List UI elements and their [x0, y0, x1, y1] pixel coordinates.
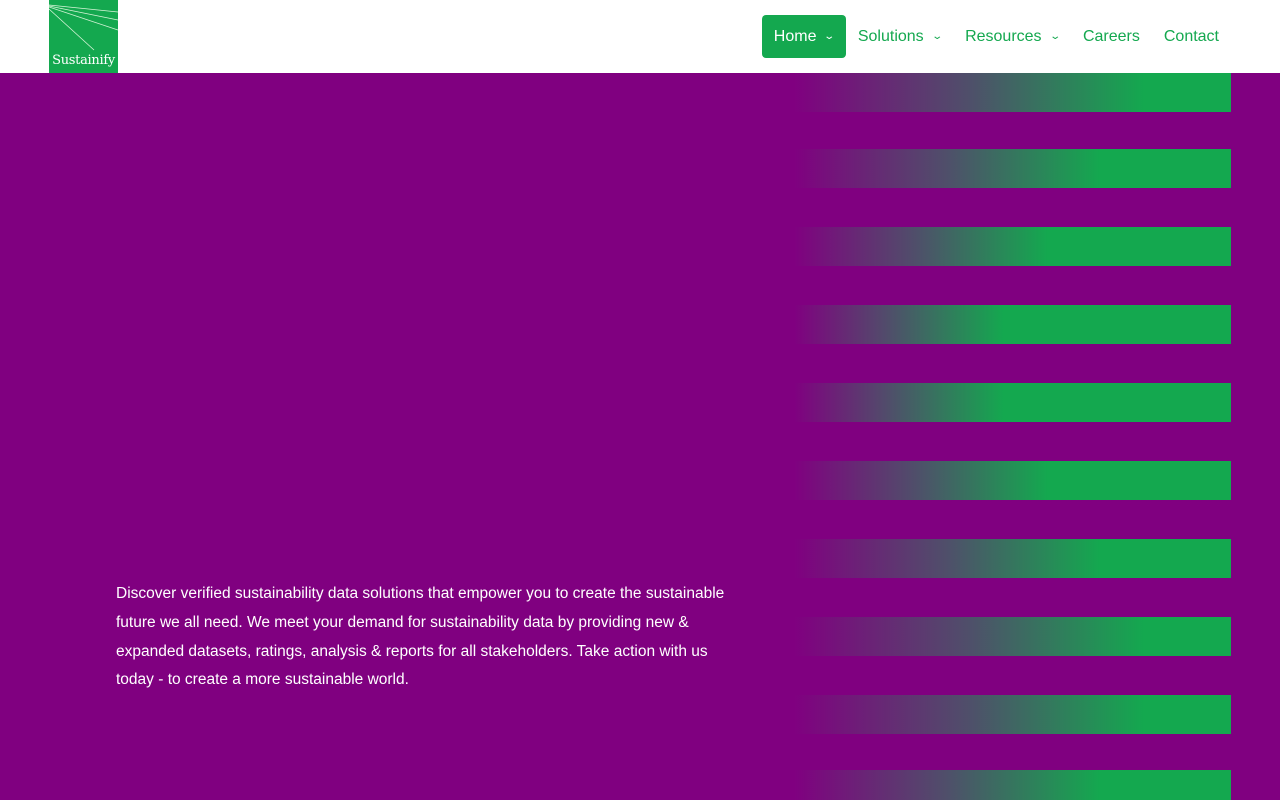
logo-text: Sustainify [52, 53, 115, 68]
nav-resources[interactable]: Resources ⌄ [953, 15, 1071, 58]
stripe [794, 770, 1231, 800]
stripe [794, 617, 1231, 656]
stripe [794, 149, 1231, 188]
nav-label: Careers [1082, 27, 1140, 45]
stripe [794, 383, 1231, 422]
stripe [794, 227, 1231, 266]
nav-solutions[interactable]: Solutions ⌄ [846, 15, 953, 58]
nav-contact[interactable]: Contact [1152, 15, 1231, 58]
main-nav: Home ⌄ Solutions ⌄ Resources ⌄ Careers Cont… [761, 15, 1231, 58]
site-header: Sustainify Home ⌄ Solutions ⌄ Resources ⌄ C… [0, 0, 1280, 73]
stripe [794, 461, 1231, 500]
chevron-down-icon: ⌄ [931, 31, 943, 42]
nav-label: Home [773, 27, 817, 45]
chevron-down-icon: ⌄ [1048, 31, 1061, 42]
nav-label: Contact [1163, 27, 1219, 45]
nav-careers[interactable]: Careers [1071, 15, 1152, 58]
nav-home[interactable]: Home ⌄ [761, 15, 846, 58]
sustainify-logo[interactable]: Sustainify [49, 0, 118, 73]
nav-label: Resources [965, 27, 1042, 45]
stripe [794, 305, 1231, 344]
chevron-down-icon: ⌄ [823, 31, 836, 42]
stripe [794, 73, 1231, 112]
stripe [794, 695, 1231, 734]
nav-label: Solutions [857, 27, 924, 45]
stripe [794, 539, 1231, 578]
hero-description: Discover verified sustainability data so… [116, 585, 725, 689]
